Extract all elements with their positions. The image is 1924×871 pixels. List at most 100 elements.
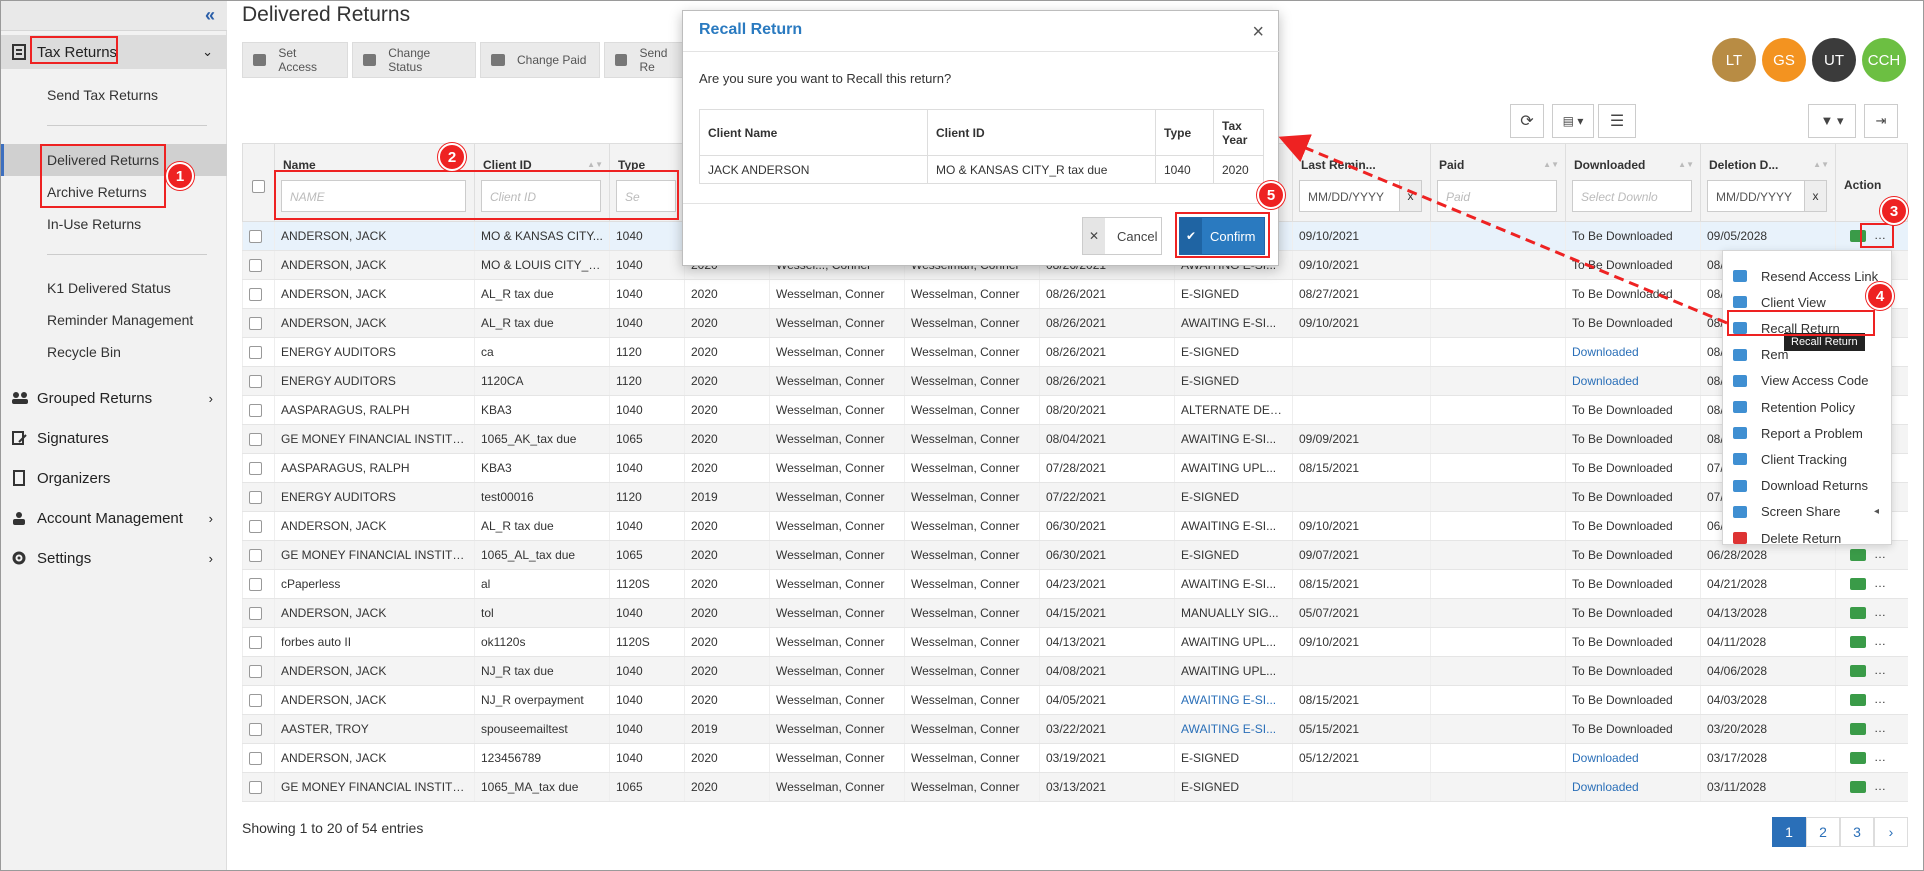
- row-checkbox[interactable]: [249, 404, 262, 418]
- table-row[interactable]: ANDERSON, JACK 123456789 1040 2020 Wesselman…: [242, 743, 1908, 773]
- client-card-icon[interactable]: [1850, 694, 1866, 706]
- avatar[interactable]: LT: [1712, 38, 1756, 82]
- page-2-button[interactable]: 2: [1806, 817, 1840, 847]
- row-checkbox[interactable]: [249, 520, 262, 534]
- row-checkbox[interactable]: [249, 549, 262, 563]
- column-settings-button[interactable]: ☰: [1598, 104, 1636, 138]
- avatar[interactable]: UT: [1812, 38, 1856, 82]
- menu-item-download-returns[interactable]: Download Returns: [1729, 475, 1887, 497]
- close-icon[interactable]: ×: [1252, 21, 1264, 44]
- table-row[interactable]: AASPARAGUS, RALPH KBA3 1040 2020 Wesselman, …: [242, 395, 1908, 425]
- table-row[interactable]: ANDERSON, JACK tol 1040 2020 Wesselman, Conn…: [242, 598, 1908, 628]
- table-row[interactable]: AASTER, TROY spouseemailtest 1040 2019 Wesse…: [242, 714, 1908, 744]
- table-row[interactable]: ANDERSON, JACK NJ_R overpayment 1040 2020 We…: [242, 685, 1908, 715]
- set-access-button[interactable]: Set Access: [242, 42, 348, 78]
- menu-item-view-access-code[interactable]: View Access Code: [1729, 370, 1887, 392]
- clear-date-button[interactable]: x: [1399, 181, 1421, 211]
- table-row[interactable]: cPaperless al 1120S 2020 Wesselman, Conner We…: [242, 569, 1908, 599]
- cell-downloaded[interactable]: Downloaded: [1565, 743, 1701, 773]
- row-checkbox[interactable]: [249, 317, 262, 331]
- deletion-date-filter-input[interactable]: MM/DD/YYYY x: [1707, 180, 1827, 212]
- client-card-icon[interactable]: [1850, 723, 1866, 735]
- row-checkbox[interactable]: [249, 433, 262, 447]
- collapse-sidebar-button[interactable]: «: [1, 1, 227, 31]
- change-status-button[interactable]: Change Status: [352, 42, 476, 78]
- row-checkbox[interactable]: [249, 752, 262, 766]
- avatar[interactable]: GS: [1762, 38, 1806, 82]
- menu-item-resend-access-link[interactable]: Resend Access Link: [1729, 265, 1887, 287]
- row-checkbox[interactable]: [249, 230, 262, 244]
- sidebar-item-recycle-bin[interactable]: Recycle Bin: [47, 344, 121, 360]
- nav-grouped-returns[interactable]: Grouped Returns ›: [1, 381, 227, 415]
- sidebar-item-k1-delivered-status[interactable]: K1 Delivered Status: [47, 280, 171, 296]
- table-row[interactable]: ENERGY AUDITORS 1120CA 1120 2020 Wesselman, …: [242, 366, 1908, 396]
- row-checkbox[interactable]: [249, 607, 262, 621]
- table-row[interactable]: GE MONEY FINANCIAL INSTITUT... 1065_AK_ta…: [242, 424, 1908, 454]
- table-row[interactable]: ENERGY AUDITORS test00016 1120 2019 Wesselma…: [242, 482, 1908, 512]
- send-reminder-button[interactable]: Send Re: [604, 42, 694, 78]
- nav-organizers[interactable]: Organizers: [1, 461, 227, 495]
- select-all-checkbox[interactable]: [252, 180, 265, 193]
- menu-item-client-tracking[interactable]: Client Tracking: [1729, 448, 1887, 470]
- header-downloaded[interactable]: Downloaded ▲▼ Select Downlo: [1565, 143, 1701, 222]
- filter-button[interactable]: ▼ ▾: [1808, 104, 1856, 138]
- client-card-icon[interactable]: [1850, 781, 1866, 793]
- nav-account-management[interactable]: Account Management ›: [1, 501, 227, 535]
- client-card-icon[interactable]: [1850, 636, 1866, 648]
- row-checkbox[interactable]: [249, 578, 262, 592]
- paid-filter-input[interactable]: Paid: [1437, 180, 1557, 212]
- header-paid[interactable]: Paid ▲▼ Paid: [1430, 143, 1566, 222]
- row-checkbox[interactable]: [249, 491, 262, 505]
- table-row[interactable]: ANDERSON, JACK AL_R tax due 1040 2020 Wessel…: [242, 279, 1908, 309]
- sidebar-item-send-tax-returns[interactable]: Send Tax Returns: [47, 87, 158, 103]
- row-checkbox[interactable]: [249, 694, 262, 708]
- sidebar-item-in-use-returns[interactable]: In-Use Returns: [47, 216, 141, 232]
- cancel-button[interactable]: ✕ Cancel: [1082, 217, 1162, 255]
- nav-settings[interactable]: Settings ›: [1, 541, 227, 575]
- row-checkbox[interactable]: [249, 781, 262, 795]
- change-paid-button[interactable]: Change Paid: [480, 42, 600, 78]
- next-page-button[interactable]: ›: [1874, 817, 1908, 847]
- row-checkbox[interactable]: [249, 665, 262, 679]
- row-checkbox[interactable]: [249, 259, 262, 273]
- last-reminder-filter-input[interactable]: MM/DD/YYYY x: [1299, 180, 1422, 212]
- row-checkbox[interactable]: [249, 462, 262, 476]
- nav-signatures[interactable]: Signatures: [1, 421, 227, 455]
- client-card-icon[interactable]: [1850, 665, 1866, 677]
- refresh-button[interactable]: ⟳: [1510, 104, 1544, 138]
- row-checkbox[interactable]: [249, 288, 262, 302]
- table-row[interactable]: ANDERSON, JACK NJ_R tax due 1040 2020 Wessel…: [242, 656, 1908, 686]
- menu-item-screen-share[interactable]: Screen Share ◂: [1729, 501, 1887, 523]
- row-checkbox[interactable]: [249, 636, 262, 650]
- table-row[interactable]: ENERGY AUDITORS ca 1120 2020 Wesselman, Conn…: [242, 337, 1908, 367]
- cell-downloaded[interactable]: Downloaded: [1565, 337, 1701, 367]
- client-card-icon[interactable]: [1850, 752, 1866, 764]
- table-row[interactable]: GE MONEY FINANCIAL INSTITUT... 1065_MA_ta…: [242, 772, 1908, 802]
- table-row[interactable]: AASPARAGUS, RALPH KBA3 1040 2020 Wesselman, …: [242, 453, 1908, 483]
- downloaded-filter-select[interactable]: Select Downlo: [1572, 180, 1692, 212]
- header-last-reminder[interactable]: Last Remin... MM/DD/YYYY x: [1292, 143, 1431, 222]
- row-checkbox[interactable]: [249, 375, 262, 389]
- table-row[interactable]: ANDERSON, JACK AL_R tax due 1040 2020 Wessel…: [242, 308, 1908, 338]
- row-checkbox[interactable]: [249, 346, 262, 360]
- clear-date-button[interactable]: x: [1804, 181, 1826, 211]
- export-list-button[interactable]: ⇥: [1864, 104, 1898, 138]
- export-button[interactable]: ▤ ▾: [1552, 104, 1594, 138]
- cell-downloaded[interactable]: Downloaded: [1565, 366, 1701, 396]
- row-checkbox[interactable]: [249, 723, 262, 737]
- table-row[interactable]: ANDERSON, JACK AL_R tax due 1040 2020 Wessel…: [242, 511, 1908, 541]
- client-card-icon[interactable]: [1850, 549, 1866, 561]
- client-card-icon[interactable]: [1850, 578, 1866, 590]
- menu-item-report-a-problem[interactable]: Report a Problem: [1729, 422, 1887, 444]
- avatar[interactable]: CCH: [1862, 38, 1906, 82]
- menu-item-retention-policy[interactable]: Retention Policy: [1729, 396, 1887, 418]
- sidebar-item-reminder-management[interactable]: Reminder Management: [47, 312, 193, 328]
- client-card-icon[interactable]: [1850, 607, 1866, 619]
- table-row[interactable]: GE MONEY FINANCIAL INSTITUT... 1065_AL_ta…: [242, 540, 1908, 570]
- table-row[interactable]: forbes auto II ok1120s 1120S 2020 Wesselman,…: [242, 627, 1908, 657]
- page-3-button[interactable]: 3: [1840, 817, 1874, 847]
- page-1-button[interactable]: 1: [1772, 817, 1806, 847]
- cell-downloaded[interactable]: Downloaded: [1565, 772, 1701, 802]
- menu-item-delete-return[interactable]: Delete Return: [1729, 527, 1887, 549]
- header-deletion-date[interactable]: Deletion D... ▲▼ MM/DD/YYYY x: [1700, 143, 1836, 222]
